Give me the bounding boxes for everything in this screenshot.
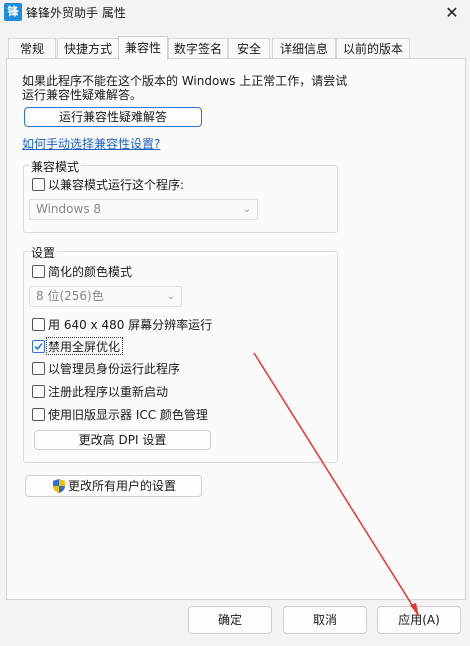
focus-rectangle xyxy=(46,337,123,355)
compat-mode-select[interactable]: Windows 8 ⌄ xyxy=(29,199,258,220)
reduced-color-checkbox[interactable] xyxy=(32,265,45,278)
uac-shield-icon xyxy=(53,479,65,493)
res-640-label: 用 640 x 480 屏幕分辨率运行 xyxy=(48,318,213,332)
chevron-down-icon: ⌄ xyxy=(166,291,175,302)
register-restart-checkbox[interactable] xyxy=(32,385,45,398)
app-icon: 锋 xyxy=(4,3,22,21)
compat-mode-label: 兼容模式 xyxy=(29,158,82,175)
apply-button[interactable]: 应用(A) xyxy=(377,606,461,634)
tab-general[interactable]: 常规 xyxy=(8,38,56,60)
title-bar: 锋 锋锋外贸助手 属性 ✕ xyxy=(0,0,470,32)
tab-details[interactable]: 详细信息 xyxy=(272,38,336,60)
color-depth-select[interactable]: 8 位(256)色 ⌄ xyxy=(29,286,182,307)
cancel-button[interactable]: 取消 xyxy=(283,606,367,634)
disable-fullscreen-checkbox[interactable] xyxy=(32,340,45,353)
run-troubleshooter-button[interactable]: 运行兼容性疑难解答 xyxy=(24,107,202,127)
tab-previous-versions[interactable]: 以前的版本 xyxy=(336,38,410,60)
intro-line-2: 运行兼容性疑难解答。 xyxy=(22,88,143,102)
res-640-checkbox[interactable] xyxy=(32,318,45,331)
window-title: 锋锋外贸助手 属性 xyxy=(26,6,126,20)
legacy-icc-checkbox[interactable] xyxy=(32,408,45,421)
color-depth-select-value: 8 位(256)色 xyxy=(36,289,104,303)
compat-mode-checkbox[interactable] xyxy=(32,178,45,191)
register-restart-label: 注册此程序以重新启动 xyxy=(48,385,169,399)
change-dpi-button[interactable]: 更改高 DPI 设置 xyxy=(34,430,211,450)
tab-shortcut[interactable]: 快捷方式 xyxy=(57,38,119,60)
checkmark-icon xyxy=(34,342,43,351)
close-icon[interactable]: ✕ xyxy=(440,2,464,24)
compat-mode-checkbox-label: 以兼容模式运行这个程序: xyxy=(48,178,185,192)
change-all-users-label: 更改所有用户的设置 xyxy=(68,479,177,493)
reduced-color-label: 简化的颜色模式 xyxy=(48,265,133,279)
run-as-admin-label: 以管理员身份运行此程序 xyxy=(48,362,181,376)
ok-button[interactable]: 确定 xyxy=(188,606,272,634)
compat-mode-select-value: Windows 8 xyxy=(36,202,102,216)
legacy-icc-label: 使用旧版显示器 ICC 颜色管理 xyxy=(48,408,208,422)
tab-compatibility[interactable]: 兼容性 xyxy=(118,36,168,60)
change-all-users-button[interactable]: 更改所有用户的设置 xyxy=(25,475,202,497)
run-as-admin-checkbox[interactable] xyxy=(32,362,45,375)
manual-settings-link[interactable]: 如何手动选择兼容性设置? xyxy=(22,135,160,152)
tab-security[interactable]: 安全 xyxy=(228,38,270,60)
chevron-down-icon: ⌄ xyxy=(242,204,251,215)
tab-digital-signatures[interactable]: 数字签名 xyxy=(168,38,228,60)
settings-label: 设置 xyxy=(29,244,58,261)
